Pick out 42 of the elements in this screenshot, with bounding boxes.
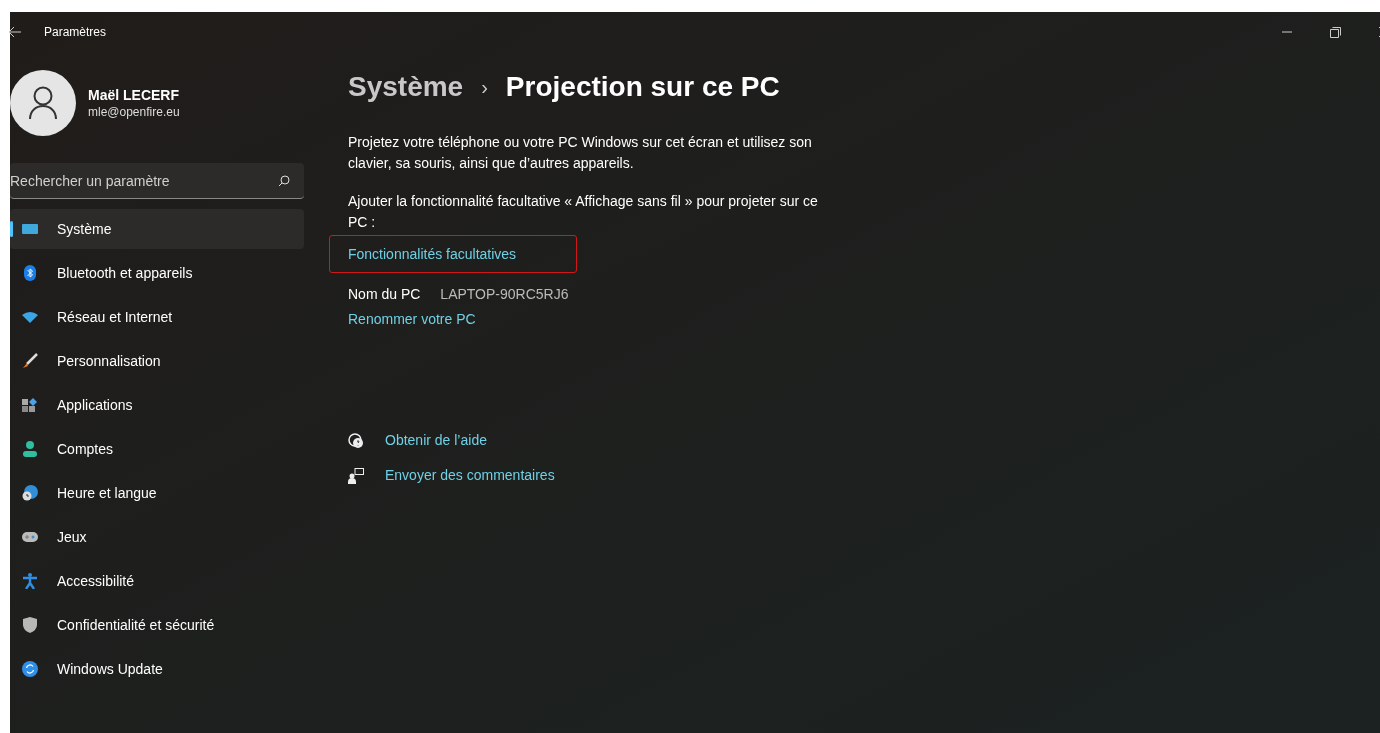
brush-icon — [22, 353, 38, 369]
nav-item[interactable]: Personnalisation — [10, 341, 304, 381]
nav-item[interactable]: Confidentialité et sécurité — [10, 605, 304, 645]
nav-item[interactable]: Accessibilité — [10, 561, 304, 601]
person-icon — [22, 441, 38, 457]
refresh-icon — [22, 661, 38, 677]
help-link[interactable]: Envoyer des commentaires — [385, 465, 555, 486]
breadcrumb-parent[interactable]: Système — [348, 66, 464, 108]
nav-item[interactable]: Comptes — [10, 429, 304, 469]
nav-item[interactable]: Système — [10, 209, 304, 249]
pc-name-value: LAPTOP-90RC5RJ6 — [440, 284, 569, 304]
user-name: Maël LECERF — [88, 86, 180, 104]
feedback-icon — [348, 467, 364, 484]
nav-item[interactable]: Heure et langue — [10, 473, 304, 513]
optional-features-link[interactable]: Fonctionnalités facultatives — [348, 243, 517, 265]
rename-pc-link[interactable]: Renommer votre PC — [348, 309, 476, 330]
apps-icon — [22, 398, 38, 412]
nav-item[interactable]: Réseau et Internet — [10, 297, 304, 337]
nav-item[interactable]: Windows Update — [10, 649, 304, 689]
user-email: mle@openfire.eu — [88, 104, 180, 120]
bluetooth-icon — [22, 265, 38, 281]
globe-clock-icon — [22, 485, 38, 501]
help-chat-icon — [348, 432, 364, 449]
feature-note: Ajouter la fonctionnalité facultative « Affichage sans fil » pour projeter sur ce PC : — [348, 192, 818, 232]
page-title: Projection sur ce PC — [505, 70, 780, 104]
nav-item[interactable]: Applications — [10, 385, 304, 425]
help-link[interactable]: Obtenir de l’aide — [385, 430, 487, 451]
gamepad-icon — [22, 532, 38, 542]
window-title: Paramètres — [44, 24, 107, 41]
accessibility-icon — [22, 573, 38, 589]
search-icon[interactable] — [278, 175, 290, 187]
nav-item[interactable]: Bluetooth et appareils — [10, 253, 304, 293]
system-display-icon — [22, 223, 38, 235]
description-text: Projetez votre téléphone ou votre PC Windows sur cet écran et utilisez son clavier, sa souris, ainsi que d’autres appareils. — [348, 133, 813, 173]
wifi-icon — [22, 311, 38, 323]
nav-item[interactable]: Jeux — [10, 517, 304, 557]
back-arrow-icon[interactable] — [8, 26, 24, 38]
shield-icon — [22, 617, 38, 633]
search-field[interactable]: Rechercher un paramètre — [10, 163, 304, 199]
restore-icon[interactable] — [1330, 26, 1341, 38]
breadcrumb-separator: › — [481, 75, 488, 100]
pc-name-label: Nom du PC — [348, 284, 421, 304]
